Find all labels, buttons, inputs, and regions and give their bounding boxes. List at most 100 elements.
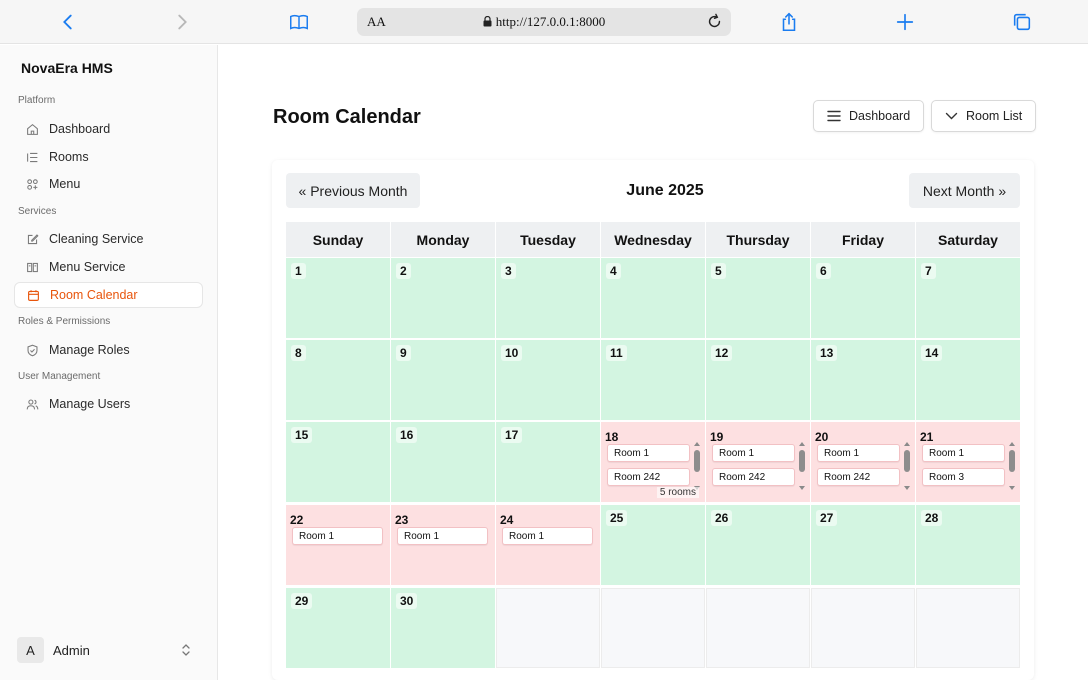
day-number: 29 — [291, 593, 313, 609]
calendar-day-cell[interactable]: 1 — [286, 258, 390, 338]
sidebar-item-manage-roles[interactable]: Manage Roles — [14, 337, 203, 363]
scroll-down-icon[interactable] — [1009, 486, 1015, 490]
room-booking-chip[interactable]: Room 1 — [922, 444, 1005, 462]
sidebar-item-menu[interactable]: Menu — [14, 171, 203, 197]
calendar-day-cell[interactable]: 27 — [811, 505, 915, 585]
calendar-day-cell[interactable]: 26 — [706, 505, 810, 585]
group-label-platform: Platform — [18, 95, 56, 106]
previous-month-button[interactable]: « Previous Month — [286, 173, 420, 208]
scroll-up-icon[interactable] — [1009, 442, 1015, 446]
calendar-day-cell[interactable]: 23 Room 1 — [391, 505, 495, 585]
address-bar[interactable]: AA http://127.0.0.1:8000 — [357, 8, 731, 36]
share-icon[interactable] — [775, 8, 803, 36]
room-booking-chip[interactable]: Room 1 — [292, 527, 383, 545]
calendar-day-cell[interactable]: 17 — [496, 422, 600, 502]
forward-icon[interactable] — [168, 8, 196, 36]
user-menu[interactable]: A Admin — [17, 637, 203, 663]
sidebar-item-label: Dashboard — [49, 122, 111, 136]
calendar-cell-empty — [496, 588, 600, 668]
bookings-scrollbar[interactable] — [903, 442, 911, 490]
room-booking-chip[interactable]: Room 1 — [607, 444, 690, 462]
brand-name: NovaEra HMS — [21, 60, 113, 76]
scroll-up-icon[interactable] — [799, 442, 805, 446]
room-booking-chip[interactable]: Room 1 — [502, 527, 593, 545]
day-number: 1 — [291, 263, 306, 279]
day-number: 28 — [921, 510, 943, 526]
calendar-day-cell[interactable]: 20 Room 1 Room 242 — [811, 422, 915, 502]
day-number: 30 — [396, 593, 418, 609]
calendar-day-cell[interactable]: 28 — [916, 505, 1020, 585]
reload-icon[interactable] — [706, 13, 723, 30]
day-number: 16 — [396, 427, 418, 443]
calendar-day-cell[interactable]: 6 — [811, 258, 915, 338]
day-number: 5 — [711, 263, 726, 279]
calendar-day-cell[interactable]: 13 — [811, 340, 915, 420]
calendar-day-cell[interactable]: 4 — [601, 258, 705, 338]
list-icon — [25, 150, 39, 164]
menu-icon — [827, 110, 841, 122]
bookings-scrollbar[interactable] — [798, 442, 806, 490]
back-icon[interactable] — [54, 8, 82, 36]
calendar-day-cell[interactable]: 30 — [391, 588, 495, 668]
day-number: 21 — [920, 430, 934, 444]
calendar-day-cell[interactable]: 15 — [286, 422, 390, 502]
room-count-label: 5 rooms — [656, 487, 699, 498]
room-booking-chip[interactable]: Room 1 — [712, 444, 795, 462]
day-number: 11 — [606, 345, 627, 361]
scroll-thumb[interactable] — [904, 450, 910, 472]
room-booking-chip[interactable]: Room 242 — [817, 468, 900, 486]
calendar-day-cell[interactable]: 12 — [706, 340, 810, 420]
calendar-day-cell[interactable]: 7 — [916, 258, 1020, 338]
calendar-cell-empty — [916, 588, 1020, 668]
scroll-thumb[interactable] — [1009, 450, 1015, 472]
scroll-up-icon[interactable] — [694, 442, 700, 446]
new-tab-icon[interactable] — [891, 8, 919, 36]
room-booking-chip[interactable]: Room 242 — [607, 468, 690, 486]
shield-icon — [25, 343, 39, 357]
room-booking-chip[interactable]: Room 1 — [397, 527, 488, 545]
scroll-down-icon[interactable] — [799, 486, 805, 490]
edit-icon — [25, 232, 39, 246]
sidebar-item-menu-service[interactable]: Menu Service — [14, 254, 203, 280]
room-booking-chip[interactable]: Room 1 — [817, 444, 900, 462]
group-label-user-management: User Management — [18, 371, 101, 382]
sidebar-item-dashboard[interactable]: Dashboard — [14, 116, 203, 142]
sidebar-item-cleaning-service[interactable]: Cleaning Service — [14, 226, 203, 252]
sidebar-item-manage-users[interactable]: Manage Users — [14, 391, 203, 417]
room-list-button[interactable]: Room List — [931, 100, 1037, 132]
calendar-day-cell[interactable]: 24 Room 1 — [496, 505, 600, 585]
reader-icon[interactable] — [285, 8, 313, 36]
calendar-day-cell[interactable]: 11 — [601, 340, 705, 420]
calendar-day-cell[interactable]: 18 Room 1 Room 242 5 rooms — [601, 422, 705, 502]
day-number: 15 — [291, 427, 313, 443]
day-number: 9 — [396, 345, 411, 361]
calendar-day-cell[interactable]: 22 Room 1 — [286, 505, 390, 585]
calendar-day-cell[interactable]: 29 — [286, 588, 390, 668]
calendar-day-cell[interactable]: 19 Room 1 Room 242 — [706, 422, 810, 502]
sidebar-item-rooms[interactable]: Rooms — [14, 144, 203, 170]
calendar-day-cell[interactable]: 21 Room 1 Room 3 — [916, 422, 1020, 502]
url-text: http://127.0.0.1:8000 — [495, 14, 606, 29]
scroll-down-icon[interactable] — [904, 486, 910, 490]
room-booking-chip[interactable]: Room 242 — [712, 468, 795, 486]
calendar-day-cell[interactable]: 8 — [286, 340, 390, 420]
calendar-day-cell[interactable]: 16 — [391, 422, 495, 502]
scroll-thumb[interactable] — [799, 450, 805, 472]
calendar-day-cell[interactable]: 25 — [601, 505, 705, 585]
bookings-scrollbar[interactable] — [693, 442, 701, 490]
dashboard-button[interactable]: Dashboard — [813, 100, 925, 132]
room-booking-chip[interactable]: Room 3 — [922, 468, 1005, 486]
calendar-day-cell[interactable]: 9 — [391, 340, 495, 420]
bookings-scrollbar[interactable] — [1008, 442, 1016, 490]
home-icon — [25, 122, 39, 136]
calendar-day-cell[interactable]: 10 — [496, 340, 600, 420]
calendar-day-cell[interactable]: 5 — [706, 258, 810, 338]
calendar-day-cell[interactable]: 14 — [916, 340, 1020, 420]
calendar-day-cell[interactable]: 2 — [391, 258, 495, 338]
sidebar-item-room-calendar[interactable]: Room Calendar — [14, 282, 203, 308]
scroll-thumb[interactable] — [694, 450, 700, 472]
tabs-icon[interactable] — [1008, 8, 1036, 36]
calendar-day-cell[interactable]: 3 — [496, 258, 600, 338]
next-month-button[interactable]: Next Month » — [909, 173, 1020, 208]
scroll-up-icon[interactable] — [904, 442, 910, 446]
